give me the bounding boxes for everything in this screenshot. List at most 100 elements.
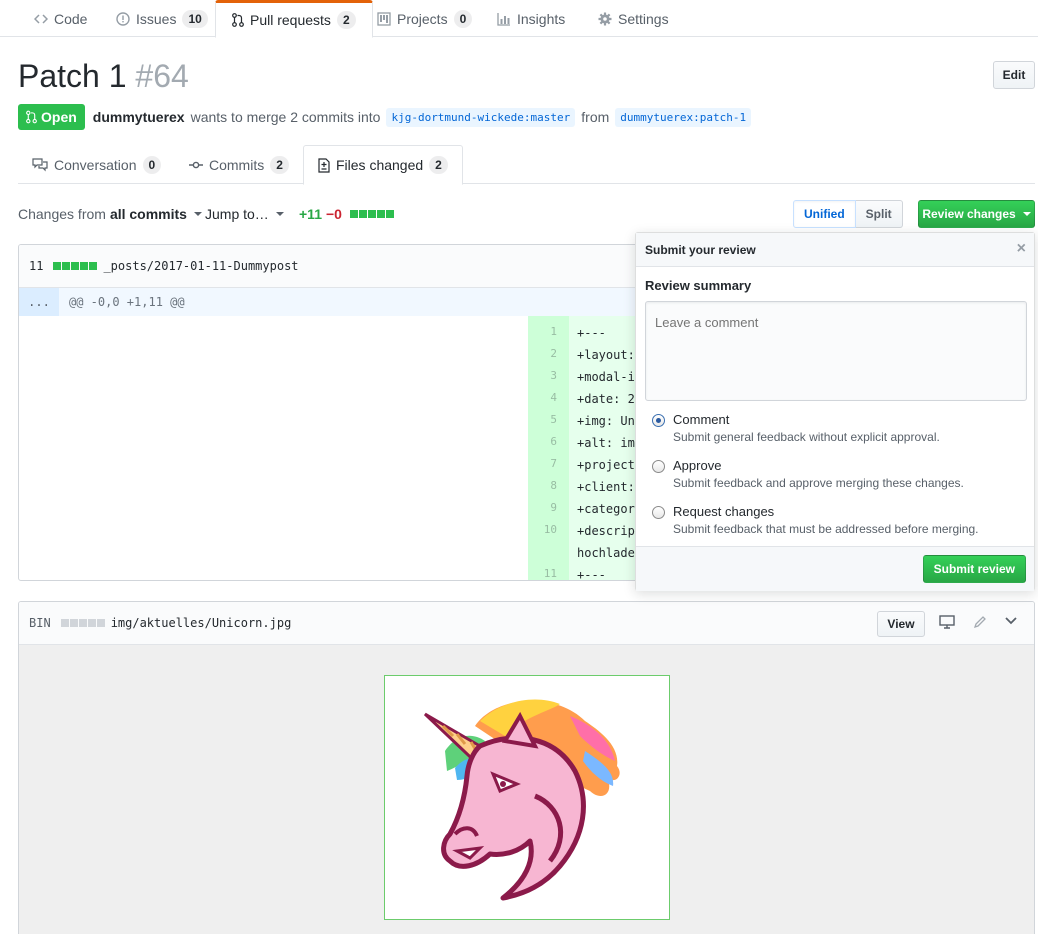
code-icon — [34, 13, 48, 25]
file-type-bin: BIN — [29, 616, 51, 630]
diffstat-bar — [60, 619, 105, 627]
review-popover-title: Submit your review — [645, 242, 756, 257]
issue-icon — [116, 11, 130, 26]
line-number[interactable]: 4 — [528, 388, 569, 410]
radio-approve[interactable] — [652, 460, 665, 473]
tab-issues[interactable]: Issues 10 — [100, 0, 224, 37]
git-pull-request-icon — [232, 13, 244, 27]
unicorn-illustration — [423, 699, 620, 901]
tab-projects[interactable]: Projects 0 — [361, 0, 488, 37]
tab-files-changed-label: Files changed — [336, 157, 424, 173]
line-number[interactable]: 6 — [528, 432, 569, 454]
option-desc: Submit feedback that must be addressed b… — [673, 522, 979, 536]
pr-tabs: Conversation 0 Commits 2 Files changed 2 — [18, 145, 1035, 185]
gear-icon — [598, 12, 612, 26]
tab-code[interactable]: Code — [18, 0, 103, 37]
review-option-comment[interactable]: Comment Submit general feedback without … — [652, 411, 940, 446]
option-desc: Submit feedback and approve merging thes… — [673, 476, 964, 490]
pull-requests-counter: 2 — [336, 11, 356, 29]
changes-from-select[interactable]: Changes from all commits — [18, 206, 202, 222]
expand-button[interactable]: ... — [19, 288, 59, 316]
line-number[interactable]: 2 — [528, 344, 569, 366]
line-number[interactable]: 3 — [528, 366, 569, 388]
edit-button[interactable]: Edit — [993, 61, 1035, 89]
files-changed-counter: 2 — [429, 156, 448, 174]
chevron-down-icon[interactable] — [1005, 615, 1017, 629]
tab-insights[interactable]: Insights — [481, 0, 581, 37]
tab-projects-label: Projects — [397, 10, 448, 27]
line-number[interactable] — [528, 542, 569, 564]
hunk-header-text: @@ -0,0 +1,11 @@ — [69, 295, 185, 309]
comment-discussion-icon — [32, 157, 48, 172]
pr-title-text: Patch 1 — [18, 58, 127, 94]
chevron-down-icon — [275, 212, 284, 216]
commits-counter: 2 — [270, 155, 289, 174]
author-link[interactable]: dummytuerex — [93, 109, 185, 125]
pr-title: Patch 1 #64 — [18, 58, 189, 95]
close-icon[interactable]: × — [1017, 241, 1026, 257]
jump-to-select[interactable]: Jump to… — [205, 206, 284, 222]
status-badge: Open — [18, 104, 85, 130]
deletions-count: −0 — [325, 206, 342, 222]
file-header: BIN img/aktuelles/Unicorn.jpg View — [19, 602, 1034, 645]
diff-toolbar: Changes from all commits Jump to… +11 −0… — [18, 200, 1035, 228]
tab-conversation[interactable]: Conversation 0 — [18, 145, 175, 184]
from-text: from — [581, 109, 610, 125]
issues-counter: 10 — [182, 9, 208, 28]
tab-pull-requests[interactable]: Pull requests 2 — [215, 0, 373, 38]
desktop-icon[interactable] — [939, 615, 955, 632]
review-popover-footer: Submit review — [636, 546, 1034, 591]
tab-settings[interactable]: Settings — [582, 0, 685, 37]
file-diff-icon — [318, 157, 330, 173]
review-changes-button[interactable]: Review changes — [918, 200, 1035, 228]
tab-insights-label: Insights — [517, 10, 566, 27]
tab-code-label: Code — [54, 10, 88, 27]
submit-review-button[interactable]: Submit review — [922, 555, 1026, 583]
git-commit-icon — [189, 160, 203, 170]
chevron-down-icon — [1022, 212, 1031, 216]
option-title: Comment — [673, 412, 730, 427]
review-popover-header: Submit your review × — [636, 233, 1034, 267]
tab-commits-label: Commits — [209, 156, 265, 173]
file-path[interactable]: img/aktuelles/Unicorn.jpg — [111, 616, 292, 630]
unified-button[interactable]: Unified — [793, 200, 856, 228]
diffstat-bar — [349, 210, 394, 218]
diff-summary: +11 −0 — [299, 206, 394, 222]
changes-from-prefix: Changes from — [18, 206, 106, 222]
review-summary-label: Review summary — [645, 278, 752, 293]
pr-meta: Open dummytuerex wants to merge 2 commit… — [18, 104, 752, 130]
status-badge-label: Open — [41, 109, 77, 125]
unicorn-image — [384, 675, 670, 920]
conversation-counter: 0 — [142, 155, 162, 174]
radio-request-changes[interactable] — [652, 506, 665, 519]
head-branch[interactable]: dummytuerex:patch-1 — [615, 107, 752, 127]
line-number[interactable]: 5 — [528, 410, 569, 432]
image-preview-area — [19, 645, 1034, 934]
line-number[interactable]: 9 — [528, 498, 569, 520]
file-change-count: 11 — [29, 259, 44, 273]
review-comment-field[interactable] — [645, 301, 1027, 401]
line-number[interactable]: 11 — [528, 564, 569, 580]
line-number[interactable]: 8 — [528, 476, 569, 498]
option-title: Approve — [673, 458, 722, 473]
changes-from-value: all commits — [109, 206, 187, 222]
tab-settings-label: Settings — [618, 10, 669, 27]
tab-commits[interactable]: Commits 2 — [175, 145, 303, 184]
review-popover: Submit your review × Review summary Comm… — [635, 232, 1035, 591]
pr-number: #64 — [135, 58, 189, 94]
review-changes-label: Review changes — [922, 207, 1016, 221]
file-path[interactable]: _posts/2017-01-11-Dummypost — [103, 259, 298, 273]
base-branch[interactable]: kjg-dortmund-wickede:master — [386, 107, 576, 127]
line-number[interactable]: 7 — [528, 454, 569, 476]
repo-nav: Code Issues 10 Pull requests 2 Projects … — [0, 0, 1038, 38]
review-option-request-changes[interactable]: Request changes Submit feedback that mus… — [652, 503, 979, 538]
review-option-approve[interactable]: Approve Submit feedback and approve merg… — [652, 457, 964, 492]
split-button[interactable]: Split — [855, 200, 903, 228]
radio-comment[interactable] — [652, 414, 665, 427]
pencil-icon[interactable] — [973, 615, 987, 632]
line-number[interactable]: 1 — [528, 322, 569, 344]
tab-conversation-label: Conversation — [54, 156, 137, 173]
tab-files-changed[interactable]: Files changed 2 — [303, 145, 463, 185]
line-number[interactable]: 10 — [528, 520, 569, 542]
view-file-button[interactable]: View — [877, 611, 925, 637]
